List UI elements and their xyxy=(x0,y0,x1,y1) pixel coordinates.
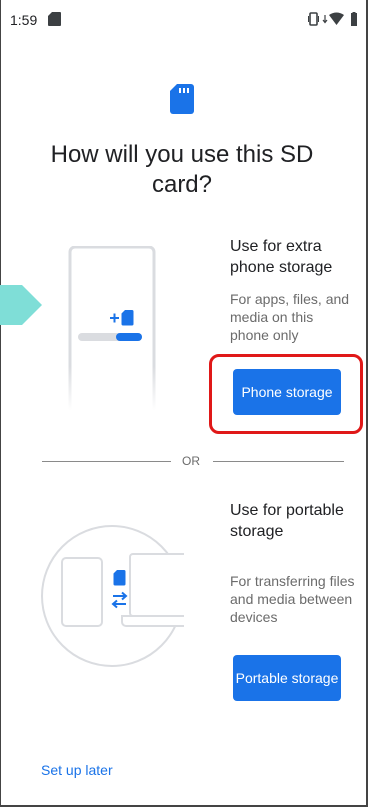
divider-line-left xyxy=(42,461,171,462)
data-arrows-icon xyxy=(322,15,328,24)
wifi-icon xyxy=(329,12,344,25)
portable-storage-description: For transferring files and media between… xyxy=(230,573,355,625)
phone-storage-heading: Use for extra phone storage xyxy=(230,238,333,276)
sd-card-icon xyxy=(170,84,194,114)
sd-card-icon xyxy=(113,570,126,586)
phone-storage-illustration xyxy=(66,246,158,410)
divider-label: OR xyxy=(182,454,200,468)
portable-storage-heading: Use for portable storage xyxy=(230,502,344,540)
status-bar: 1:59 xyxy=(0,0,368,40)
sd-card-icon xyxy=(48,12,61,26)
sd-card-icon xyxy=(121,310,134,326)
portable-storage-illustration xyxy=(41,525,184,667)
step-marker-arrow xyxy=(0,285,42,325)
plus-icon xyxy=(110,313,119,323)
vibrate-icon xyxy=(308,12,319,26)
transfer-arrows-icon xyxy=(111,591,128,609)
phone-outline xyxy=(61,557,103,627)
status-icons xyxy=(308,12,357,26)
set-up-later-link[interactable]: Set up later xyxy=(41,762,113,778)
highlight-box xyxy=(209,354,363,434)
divider-line-right xyxy=(213,461,344,462)
battery-icon xyxy=(351,12,357,26)
laptop-outline xyxy=(121,553,184,627)
phone-storage-description: For apps, files, and media on this phone… xyxy=(230,291,350,343)
screen-frame-left xyxy=(0,0,1,807)
portable-storage-button[interactable]: Portable storage xyxy=(233,655,341,701)
storage-progress-bar xyxy=(78,333,142,341)
status-time: 1:59 xyxy=(10,12,38,28)
page-title: How will you use this SD card? xyxy=(50,141,314,198)
